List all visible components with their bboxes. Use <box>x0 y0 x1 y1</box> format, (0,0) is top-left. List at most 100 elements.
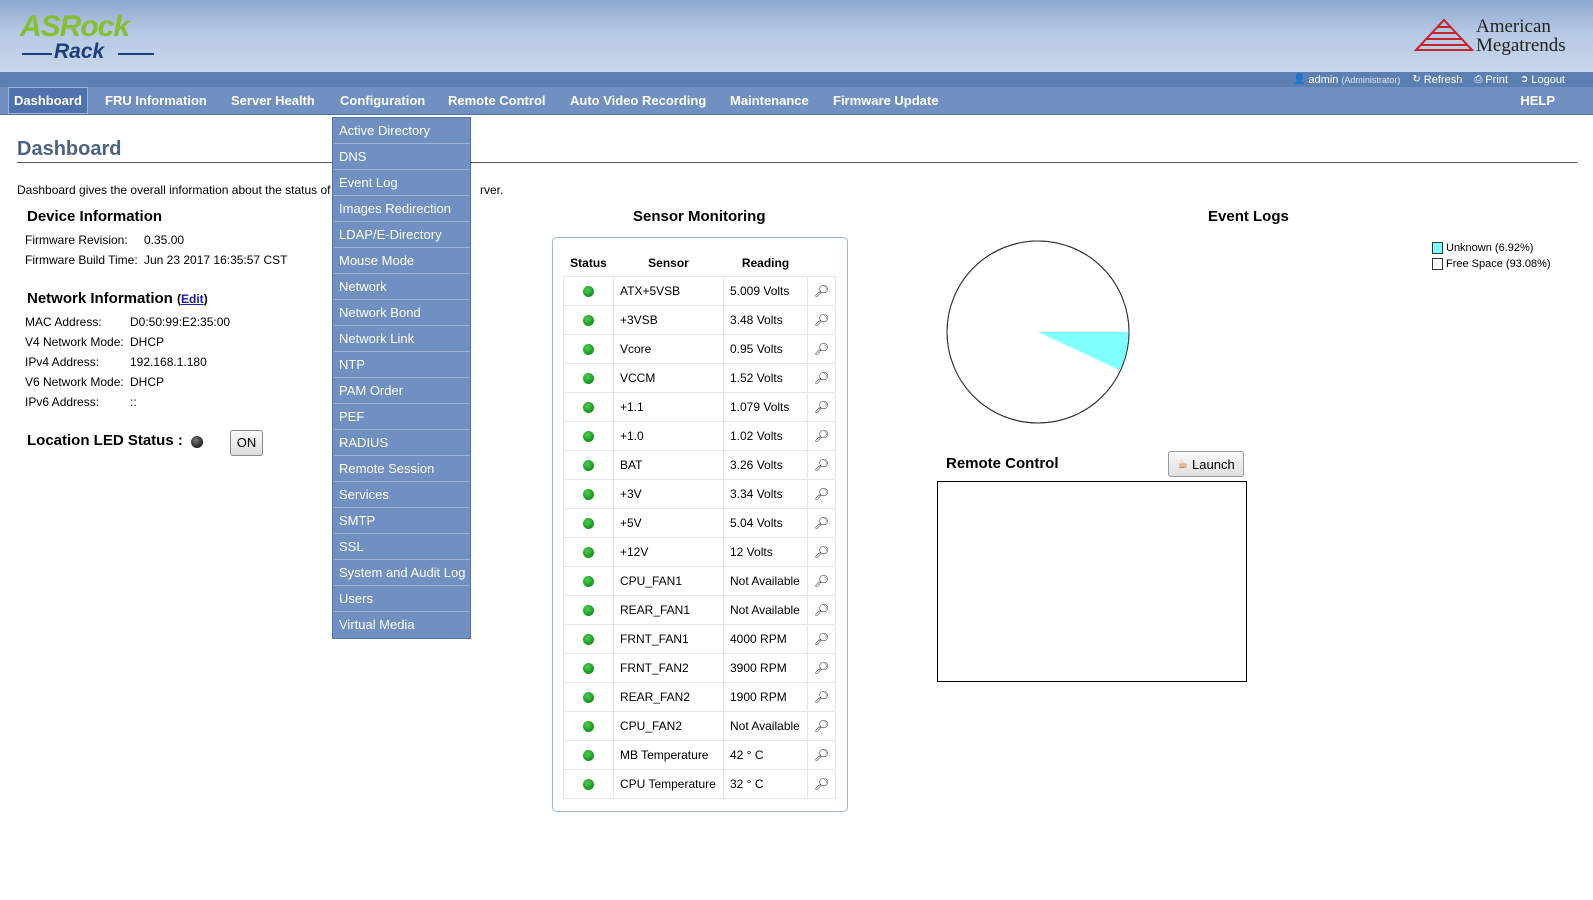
magnifier-icon: 🔎︎ <box>813 776 830 791</box>
sensor-detail-button[interactable]: 🔎︎ <box>807 304 836 335</box>
sensor-detail-button[interactable]: 🔎︎ <box>807 623 836 654</box>
nav-dashboard[interactable]: Dashboard <box>8 87 88 114</box>
status-ok-icon <box>583 430 594 442</box>
status-ok-icon <box>583 401 594 413</box>
menu-network-link[interactable]: Network Link <box>333 326 470 352</box>
sensor-detail-button[interactable]: 🔎︎ <box>807 449 836 480</box>
ipv6-value: :: <box>130 395 137 409</box>
sensor-detail-button[interactable]: 🔎︎ <box>807 710 836 741</box>
sensor-name: ATX+5VSB <box>613 275 724 306</box>
sensor-name: +3VSB <box>613 304 724 335</box>
menu-remote-session[interactable]: Remote Session <box>333 456 470 482</box>
sensor-detail-button[interactable]: 🔎︎ <box>807 362 836 393</box>
nav-firmware-update[interactable]: Firmware Update <box>833 87 938 115</box>
status-cell <box>563 304 614 335</box>
nav-remote-control[interactable]: Remote Control <box>448 87 546 115</box>
legend-free-space: Free Space (93.08%) <box>1432 256 1551 272</box>
menu-ssl[interactable]: SSL <box>333 534 470 560</box>
print-button[interactable]: ⎙ Print <box>1474 74 1508 86</box>
col-detail <box>808 250 836 276</box>
sensor-name: +5V <box>613 507 724 538</box>
sensor-detail-button[interactable]: 🔎︎ <box>807 739 836 770</box>
legend-unknown: Unknown (6.92%) <box>1432 240 1551 256</box>
menu-ntp[interactable]: NTP <box>333 352 470 378</box>
logo-bar <box>22 53 52 55</box>
sensor-reading: 12 Volts <box>723 536 808 567</box>
menu-active-directory[interactable]: Active Directory <box>333 118 470 144</box>
sensor-row: VCCM 1.52 Volts 🔎︎ <box>563 362 836 393</box>
nav-server-health[interactable]: Server Health <box>231 87 315 115</box>
menu-pef[interactable]: PEF <box>333 404 470 430</box>
nav-auto-video-recording[interactable]: Auto Video Recording <box>570 87 706 115</box>
logout-button[interactable]: ➲ Logout <box>1520 74 1565 86</box>
col-sensor: Sensor <box>648 255 689 270</box>
led-on-button[interactable]: ON <box>230 430 263 456</box>
menu-radius[interactable]: RADIUS <box>333 430 470 456</box>
menu-pam-order[interactable]: PAM Order <box>333 378 470 404</box>
page-description-end: rver. <box>480 183 504 197</box>
menu-system-audit-log[interactable]: System and Audit Log <box>333 560 470 586</box>
menu-network[interactable]: Network <box>333 274 470 300</box>
menu-images-redirection[interactable]: Images Redirection <box>333 196 470 222</box>
menu-mouse-mode[interactable]: Mouse Mode <box>333 248 470 274</box>
sensor-detail-button[interactable]: 🔎︎ <box>807 275 836 306</box>
nav-maintenance[interactable]: Maintenance <box>730 87 809 115</box>
nav-configuration[interactable]: Configuration <box>340 87 425 115</box>
sensor-detail-button[interactable]: 🔎︎ <box>807 536 836 567</box>
status-ok-icon <box>583 488 594 500</box>
mac-value: D0:50:99:E2:35:00 <box>130 315 231 329</box>
menu-dns[interactable]: DNS <box>333 144 470 170</box>
status-ok-icon <box>583 285 594 297</box>
sensor-name: REAR_FAN1 <box>613 594 724 625</box>
sensor-reading: 1.02 Volts <box>723 420 808 451</box>
magnifier-icon: 🔎︎ <box>813 341 830 356</box>
sensor-detail-button[interactable]: 🔎︎ <box>807 391 836 422</box>
remote-console-preview[interactable] <box>937 481 1247 682</box>
device-info-heading: Device Information <box>27 208 163 225</box>
user-toolbar: 👤 admin (Administrator) ↻ Refresh ⎙ Prin… <box>0 72 1593 87</box>
sensor-row: CPU Temperature 32 ° C 🔎︎ <box>563 768 836 799</box>
nav-help[interactable]: HELP <box>1520 87 1555 114</box>
v4-mode-value: DHCP <box>130 335 165 349</box>
logo-bar <box>118 53 154 55</box>
main-nav: Dashboard FRU Information Server Health … <box>0 87 1593 115</box>
nav-fru-information[interactable]: FRU Information <box>105 87 207 115</box>
sensor-detail-button[interactable]: 🔎︎ <box>807 420 836 451</box>
sensor-name: +3V <box>613 478 724 509</box>
sensor-detail-button[interactable]: 🔎︎ <box>807 478 836 509</box>
menu-network-bond[interactable]: Network Bond <box>333 300 470 326</box>
network-edit-link[interactable]: Edit <box>181 292 204 306</box>
sensor-name: MB Temperature <box>613 739 724 770</box>
sensor-name: +1.1 <box>613 391 724 422</box>
location-led-label: Location LED Status : <box>27 432 183 449</box>
sensor-detail-button[interactable]: 🔎︎ <box>807 594 836 625</box>
sensor-detail-button[interactable]: 🔎︎ <box>807 768 836 799</box>
menu-smtp[interactable]: SMTP <box>333 508 470 534</box>
sensor-detail-button[interactable]: 🔎︎ <box>807 333 836 364</box>
page-description: Dashboard gives the overall information … <box>17 183 331 197</box>
sensor-detail-button[interactable]: 🔎︎ <box>807 507 836 538</box>
sensor-name: CPU_FAN2 <box>613 710 724 741</box>
menu-virtual-media[interactable]: Virtual Media <box>333 612 470 638</box>
menu-ldap[interactable]: LDAP/E-Directory <box>333 222 470 248</box>
status-ok-icon <box>583 546 594 558</box>
sensor-reading: 1.079 Volts <box>723 391 808 422</box>
magnifier-icon: 🔎︎ <box>813 515 830 530</box>
status-ok-icon <box>583 604 594 616</box>
menu-users[interactable]: Users <box>333 586 470 612</box>
sensor-detail-button[interactable]: 🔎︎ <box>807 652 836 683</box>
legend-label: Unknown (6.92%) <box>1446 242 1534 254</box>
launch-button[interactable]: ☕ Launch <box>1168 451 1244 477</box>
refresh-button[interactable]: ↻ Refresh <box>1412 74 1462 86</box>
status-cell <box>563 652 614 683</box>
logout-label: Logout <box>1531 73 1565 86</box>
sensor-name: Vcore <box>613 333 724 364</box>
menu-event-log[interactable]: Event Log <box>333 170 470 196</box>
menu-services[interactable]: Services <box>333 482 470 508</box>
sensor-detail-button[interactable]: 🔎︎ <box>807 565 836 596</box>
status-cell <box>563 449 614 480</box>
user-icon: 👤 <box>1292 74 1306 85</box>
sensor-detail-button[interactable]: 🔎︎ <box>807 681 836 712</box>
ipv4-value: 192.168.1.180 <box>130 355 207 369</box>
sensor-table: Status Sensor Reading ATX+5VSB 5.009 Volt… <box>563 250 836 799</box>
